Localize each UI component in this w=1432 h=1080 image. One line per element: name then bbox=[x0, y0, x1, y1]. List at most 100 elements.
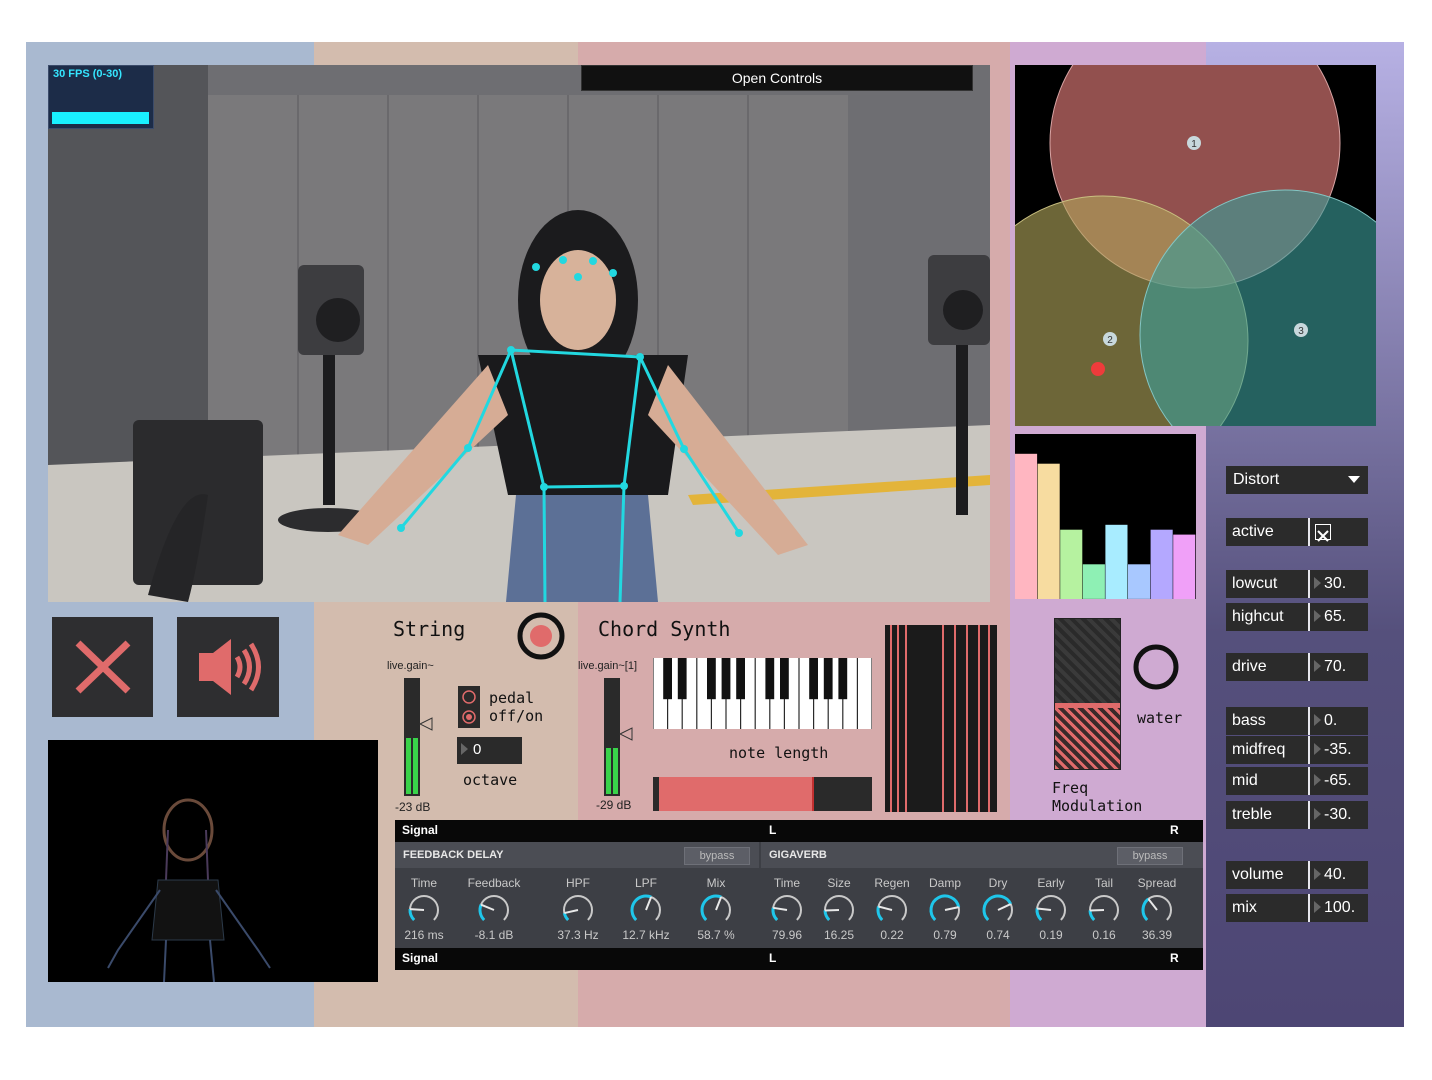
venn-panel[interactable]: 1 2 3 bbox=[1015, 65, 1376, 426]
distort-param-value-box[interactable]: -65. bbox=[1314, 767, 1352, 795]
piano-black-key[interactable] bbox=[838, 658, 848, 700]
chord-gain-meter[interactable] bbox=[604, 678, 620, 796]
fps-label: 30 FPS (0-30) bbox=[53, 68, 123, 80]
string-title: String bbox=[393, 617, 466, 641]
knob-dial-icon bbox=[700, 894, 731, 921]
note-length-fill bbox=[659, 777, 812, 811]
water-toggle[interactable] bbox=[1132, 643, 1180, 691]
distort-param-value-box[interactable]: 0. bbox=[1314, 707, 1337, 735]
histogram bbox=[1015, 453, 1196, 600]
piano-black-key[interactable] bbox=[707, 658, 716, 700]
distort-param-value-box[interactable]: 65. bbox=[1314, 603, 1346, 631]
string-gain-meter[interactable] bbox=[404, 678, 420, 796]
distort-param-label: mid bbox=[1232, 772, 1258, 789]
venn-marker-2: 2 bbox=[1103, 332, 1117, 346]
piano-black-key[interactable] bbox=[765, 658, 775, 700]
distort-param-lowcut[interactable]: lowcut 30. bbox=[1226, 570, 1368, 598]
distort-param-label: highcut bbox=[1232, 608, 1284, 625]
speaker-icon bbox=[199, 639, 261, 695]
param-separator bbox=[1308, 653, 1310, 681]
chord-gain-db: -29 dB bbox=[596, 798, 632, 812]
string-gain-db: -23 dB bbox=[395, 800, 431, 814]
fd-knob-value: 58.7 % bbox=[697, 928, 735, 942]
piano-white-key[interactable] bbox=[858, 658, 872, 729]
distort-param-highcut[interactable]: highcut 65. bbox=[1226, 603, 1368, 631]
piano-black-key[interactable] bbox=[823, 658, 833, 700]
distort-param-midfreq[interactable]: midfreq -35. bbox=[1226, 736, 1368, 764]
venn-diagram: 1 2 3 bbox=[1015, 65, 1376, 426]
freq-mod-slider[interactable] bbox=[1054, 618, 1121, 770]
piano-keyboard[interactable] bbox=[653, 658, 872, 729]
venn-cursor-dot[interactable] bbox=[1091, 362, 1105, 376]
distort-param-value-box[interactable]: -30. bbox=[1314, 801, 1352, 829]
fd-knob-label: Feedback bbox=[467, 876, 521, 890]
piano-black-key[interactable] bbox=[780, 658, 789, 700]
distort-param-value-box[interactable]: 30. bbox=[1314, 570, 1346, 598]
piano-black-key[interactable] bbox=[677, 658, 687, 700]
feedback-delay-title: FEEDBACK DELAY bbox=[403, 849, 504, 861]
chord-meter-l bbox=[606, 748, 611, 794]
chord-note-display bbox=[885, 625, 997, 812]
distort-param-drive[interactable]: drive 70. bbox=[1226, 653, 1368, 681]
chord-gain-slider-arrow[interactable] bbox=[619, 727, 633, 741]
piano-black-key[interactable] bbox=[663, 658, 672, 700]
distort-param-mix[interactable]: mix 100. bbox=[1226, 894, 1368, 922]
knob-dial-icon bbox=[1141, 895, 1172, 921]
open-controls-button[interactable]: Open Controls bbox=[581, 65, 973, 91]
distort-param-value-box[interactable]: 100. bbox=[1314, 894, 1355, 922]
distort-menu-value: Distort bbox=[1233, 471, 1280, 488]
fd-knob-value: 12.7 kHz bbox=[622, 928, 670, 942]
svg-text:1: 1 bbox=[1191, 139, 1197, 150]
piano-black-key[interactable] bbox=[809, 658, 818, 700]
close-button[interactable] bbox=[52, 617, 153, 717]
histogram-bar bbox=[1060, 529, 1083, 599]
string-gain-slider-arrow[interactable] bbox=[419, 717, 433, 731]
distort-param-label: lowcut bbox=[1232, 575, 1278, 592]
pedal-label: pedal off/on bbox=[489, 689, 544, 725]
distort-param-label: mix bbox=[1232, 899, 1257, 916]
gigaverb-bypass-button[interactable]: bypass bbox=[1117, 847, 1183, 865]
distort-param-bass[interactable]: bass 0. bbox=[1226, 707, 1368, 735]
knob-dial-icon bbox=[929, 894, 961, 921]
number-arrow-icon bbox=[1314, 576, 1321, 589]
fd-knob-value: 216 ms bbox=[404, 928, 444, 942]
gigaverb-title: GIGAVERB bbox=[769, 849, 827, 861]
distort-param-value-box[interactable]: 70. bbox=[1314, 653, 1346, 681]
distort-param-treble[interactable]: treble -30. bbox=[1226, 801, 1368, 829]
piano-black-key[interactable] bbox=[721, 658, 731, 700]
freq-mod-handle bbox=[1055, 703, 1120, 708]
distort-param-mid[interactable]: mid -65. bbox=[1226, 767, 1368, 795]
chord-gain-label: live.gain~[1] bbox=[578, 660, 638, 672]
fd-knob-label: Time bbox=[410, 876, 438, 890]
gigaverb-knobs: Time 79.96 Size 16.25 Regen 0.22 Damp 0.79 Dry 0.… bbox=[761, 876, 1203, 946]
feedback-delay-bypass-label: bypass bbox=[699, 850, 735, 862]
octave-number-box[interactable]: 0 bbox=[457, 737, 522, 764]
string-meter-r bbox=[413, 738, 418, 794]
knob-dial-icon bbox=[982, 894, 1013, 921]
piano-black-key[interactable] bbox=[736, 658, 745, 700]
distort-param-value-box[interactable]: 40. bbox=[1314, 861, 1346, 889]
note-length-slider[interactable] bbox=[653, 777, 872, 811]
effects-rack: Signal L R FEEDBACK DELAY bypass GIGAVER… bbox=[395, 820, 1203, 970]
pedal-toggle[interactable] bbox=[458, 686, 480, 728]
camera-view: 30 FPS (0-30) Open Controls bbox=[48, 65, 990, 602]
distort-param-label: bass bbox=[1232, 712, 1266, 729]
gv-knob-label: Spread bbox=[1137, 876, 1177, 890]
water-label: water bbox=[1137, 709, 1183, 727]
feedback-delay-bypass-button[interactable]: bypass bbox=[684, 847, 750, 865]
distort-param-value-box[interactable]: -35. bbox=[1314, 736, 1352, 764]
camera-scene bbox=[48, 65, 990, 602]
histogram-bar bbox=[1173, 534, 1196, 599]
param-separator bbox=[1308, 767, 1310, 795]
note-length-label: note length bbox=[729, 744, 829, 762]
distort-menu[interactable]: Distort bbox=[1226, 466, 1368, 494]
speaker-button[interactable] bbox=[177, 617, 279, 717]
knob-dial-icon bbox=[630, 894, 661, 921]
string-record-button[interactable] bbox=[516, 611, 566, 661]
distort-param-value: 65. bbox=[1324, 608, 1347, 625]
signal-l-bottom: L bbox=[769, 951, 777, 965]
knob-dial-icon bbox=[1088, 895, 1119, 921]
distort-param-volume[interactable]: volume 40. bbox=[1226, 861, 1368, 889]
octave-arrow-icon bbox=[461, 743, 468, 755]
active-checkbox[interactable] bbox=[1315, 524, 1331, 542]
